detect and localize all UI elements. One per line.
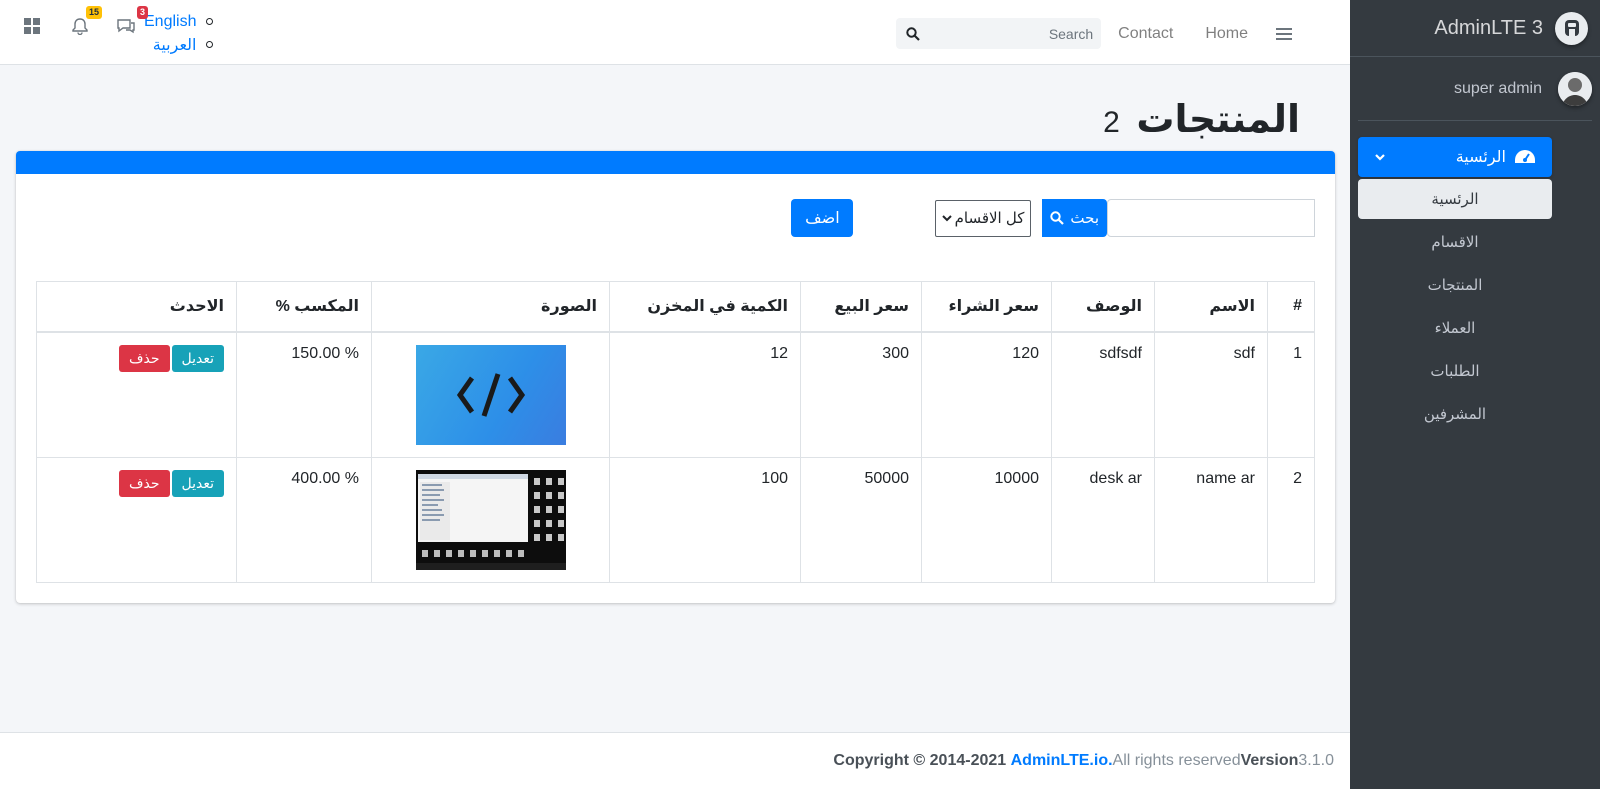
navbar-right: Search Contact Home <box>896 18 1292 49</box>
sidebar-item-label: الرئسية <box>1455 149 1506 166</box>
sidebar-submenu: الرئسية الاقسام المنتجات العملاء الطلبات… <box>1358 179 1552 434</box>
apps-grid-icon[interactable] <box>20 14 44 38</box>
cell-name: sdf <box>1154 331 1268 458</box>
table-header-row: # الاسم الوصف سعر الشراء سعر البيع الكمي… <box>36 281 1315 333</box>
cell-image <box>371 331 610 458</box>
cell-name: name ar <box>1154 456 1268 583</box>
messages-badge: 3 <box>136 6 148 19</box>
delete-button[interactable]: حذف <box>118 344 170 372</box>
list-bullet-icon <box>206 18 214 25</box>
top-navbar: 15 3 English العربية Search Contact Home <box>0 0 1350 65</box>
cell-desc: desk ar <box>1051 456 1155 583</box>
header-cell: # <box>1267 281 1315 333</box>
nav-link-home[interactable]: Home <box>1205 25 1248 43</box>
cell-stock: 12 <box>609 331 801 458</box>
table-row: 1 sdf sdfsdf 120 300 12 % 150.00 تعديل ح… <box>36 331 1315 458</box>
header-cell: الصورة <box>371 281 610 333</box>
cell-num: 2 <box>1267 456 1315 583</box>
search-input[interactable] <box>1107 199 1315 237</box>
cell-buy-price: 10000 <box>921 456 1052 583</box>
footer-link[interactable]: AdminLTE.io. <box>1011 752 1113 770</box>
cell-profit: % 150.00 <box>236 331 372 458</box>
nav-link-contact[interactable]: Contact <box>1118 25 1173 43</box>
add-button[interactable]: اضف <box>791 199 854 237</box>
navbar-search-label: Search <box>1048 25 1094 42</box>
sidebar-item-clients[interactable]: العملاء <box>1358 308 1552 348</box>
products-table: # الاسم الوصف سعر الشراء سعر البيع الكمي… <box>36 281 1315 583</box>
edit-button[interactable]: تعديل <box>171 469 224 497</box>
navbar-search[interactable]: Search <box>896 18 1102 49</box>
card-header <box>16 151 1335 174</box>
user-name[interactable]: super admin <box>1454 80 1542 98</box>
chevron-down-icon <box>942 215 953 222</box>
product-image <box>415 344 566 445</box>
tachometer-icon <box>1515 150 1535 163</box>
products-toolbar: بحث كل الاقسام اضف <box>791 199 1315 237</box>
version-label: Version <box>1240 752 1299 769</box>
product-image <box>415 469 566 570</box>
cell-buy-price: 120 <box>921 331 1052 458</box>
category-select[interactable]: كل الاقسام <box>935 199 1032 237</box>
user-panel[interactable]: super admin <box>1358 57 1592 121</box>
notifications-bell-icon[interactable]: 15 <box>68 6 102 38</box>
brand-text: AdminLTE 3 <box>1434 16 1543 39</box>
search-group: بحث <box>1042 199 1315 237</box>
cell-image <box>371 456 610 583</box>
main-footer: Copyright © 2014-2021 AdminLTE.io. All r… <box>0 732 1350 789</box>
cell-sell-price: 50000 <box>800 456 922 583</box>
header-cell: الاسم <box>1154 281 1268 333</box>
rights-text: All rights reserved <box>1112 752 1241 769</box>
table-row: 2 name ar desk ar 10000 50000 100 % 400.… <box>36 456 1315 583</box>
brand-link[interactable]: AdminLTE 3 <box>1350 0 1600 57</box>
cell-num: 1 <box>1267 331 1315 458</box>
list-bullet-icon <box>206 41 214 48</box>
navbar-left: 15 3 English العربية <box>20 6 214 56</box>
menu-toggle-icon[interactable] <box>1276 27 1292 41</box>
notifications-badge: 15 <box>85 6 102 19</box>
cell-desc: sdfsdf <box>1051 331 1155 458</box>
page-title: المنتجات 2 <box>1103 99 1300 141</box>
sidebar-item-dashboard[interactable]: الرئسية <box>1358 137 1552 177</box>
language-english[interactable]: English <box>144 10 214 33</box>
cell-actions: تعديل حذف <box>36 456 237 583</box>
copyright-text: Copyright © 2014-2021 <box>833 752 1007 769</box>
search-icon <box>1050 211 1065 225</box>
cell-profit: % 400.00 <box>236 456 372 583</box>
sidebar-item-categories[interactable]: الاقسام <box>1358 222 1552 262</box>
header-cell: الكمية في المخزن <box>609 281 801 333</box>
header-cell: سعر الشراء <box>921 281 1052 333</box>
brand-logo-icon <box>1555 11 1588 45</box>
search-icon[interactable] <box>906 26 920 41</box>
avatar <box>1558 71 1592 106</box>
messages-icon[interactable]: 3 <box>114 6 148 38</box>
product-count: 2 <box>1103 106 1120 139</box>
sidebar-item-admins[interactable]: المشرفين <box>1358 394 1552 434</box>
sidebar-item-orders[interactable]: الطلبات <box>1358 351 1552 391</box>
sidebar-nav: الرئسية الرئسية الاقسام المنتجات العملاء… <box>1350 121 1600 434</box>
cell-stock: 100 <box>609 456 801 583</box>
header-cell: سعر البيع <box>800 281 922 333</box>
cell-actions: تعديل حذف <box>36 331 237 458</box>
products-card: بحث كل الاقسام اضف # الاسم الوصف سعر الش… <box>16 151 1335 603</box>
delete-button[interactable]: حذف <box>118 469 170 497</box>
language-list: English العربية <box>144 10 214 56</box>
language-arabic[interactable]: العربية <box>144 33 214 56</box>
header-cell: الاحدث <box>36 281 237 333</box>
main-sidebar: AdminLTE 3 super admin الرئسية الرئسية ا… <box>1350 0 1600 789</box>
sidebar-item-home[interactable]: الرئسية <box>1358 179 1552 219</box>
header-cell: المكسب % <box>236 281 372 333</box>
search-button[interactable]: بحث <box>1042 199 1107 237</box>
header-cell: الوصف <box>1051 281 1155 333</box>
edit-button[interactable]: تعديل <box>171 344 224 372</box>
cell-sell-price: 300 <box>800 331 922 458</box>
sidebar-item-products[interactable]: المنتجات <box>1358 265 1552 305</box>
chevron-down-icon <box>1375 154 1385 161</box>
version-number: 3.1.0 <box>1298 752 1334 769</box>
